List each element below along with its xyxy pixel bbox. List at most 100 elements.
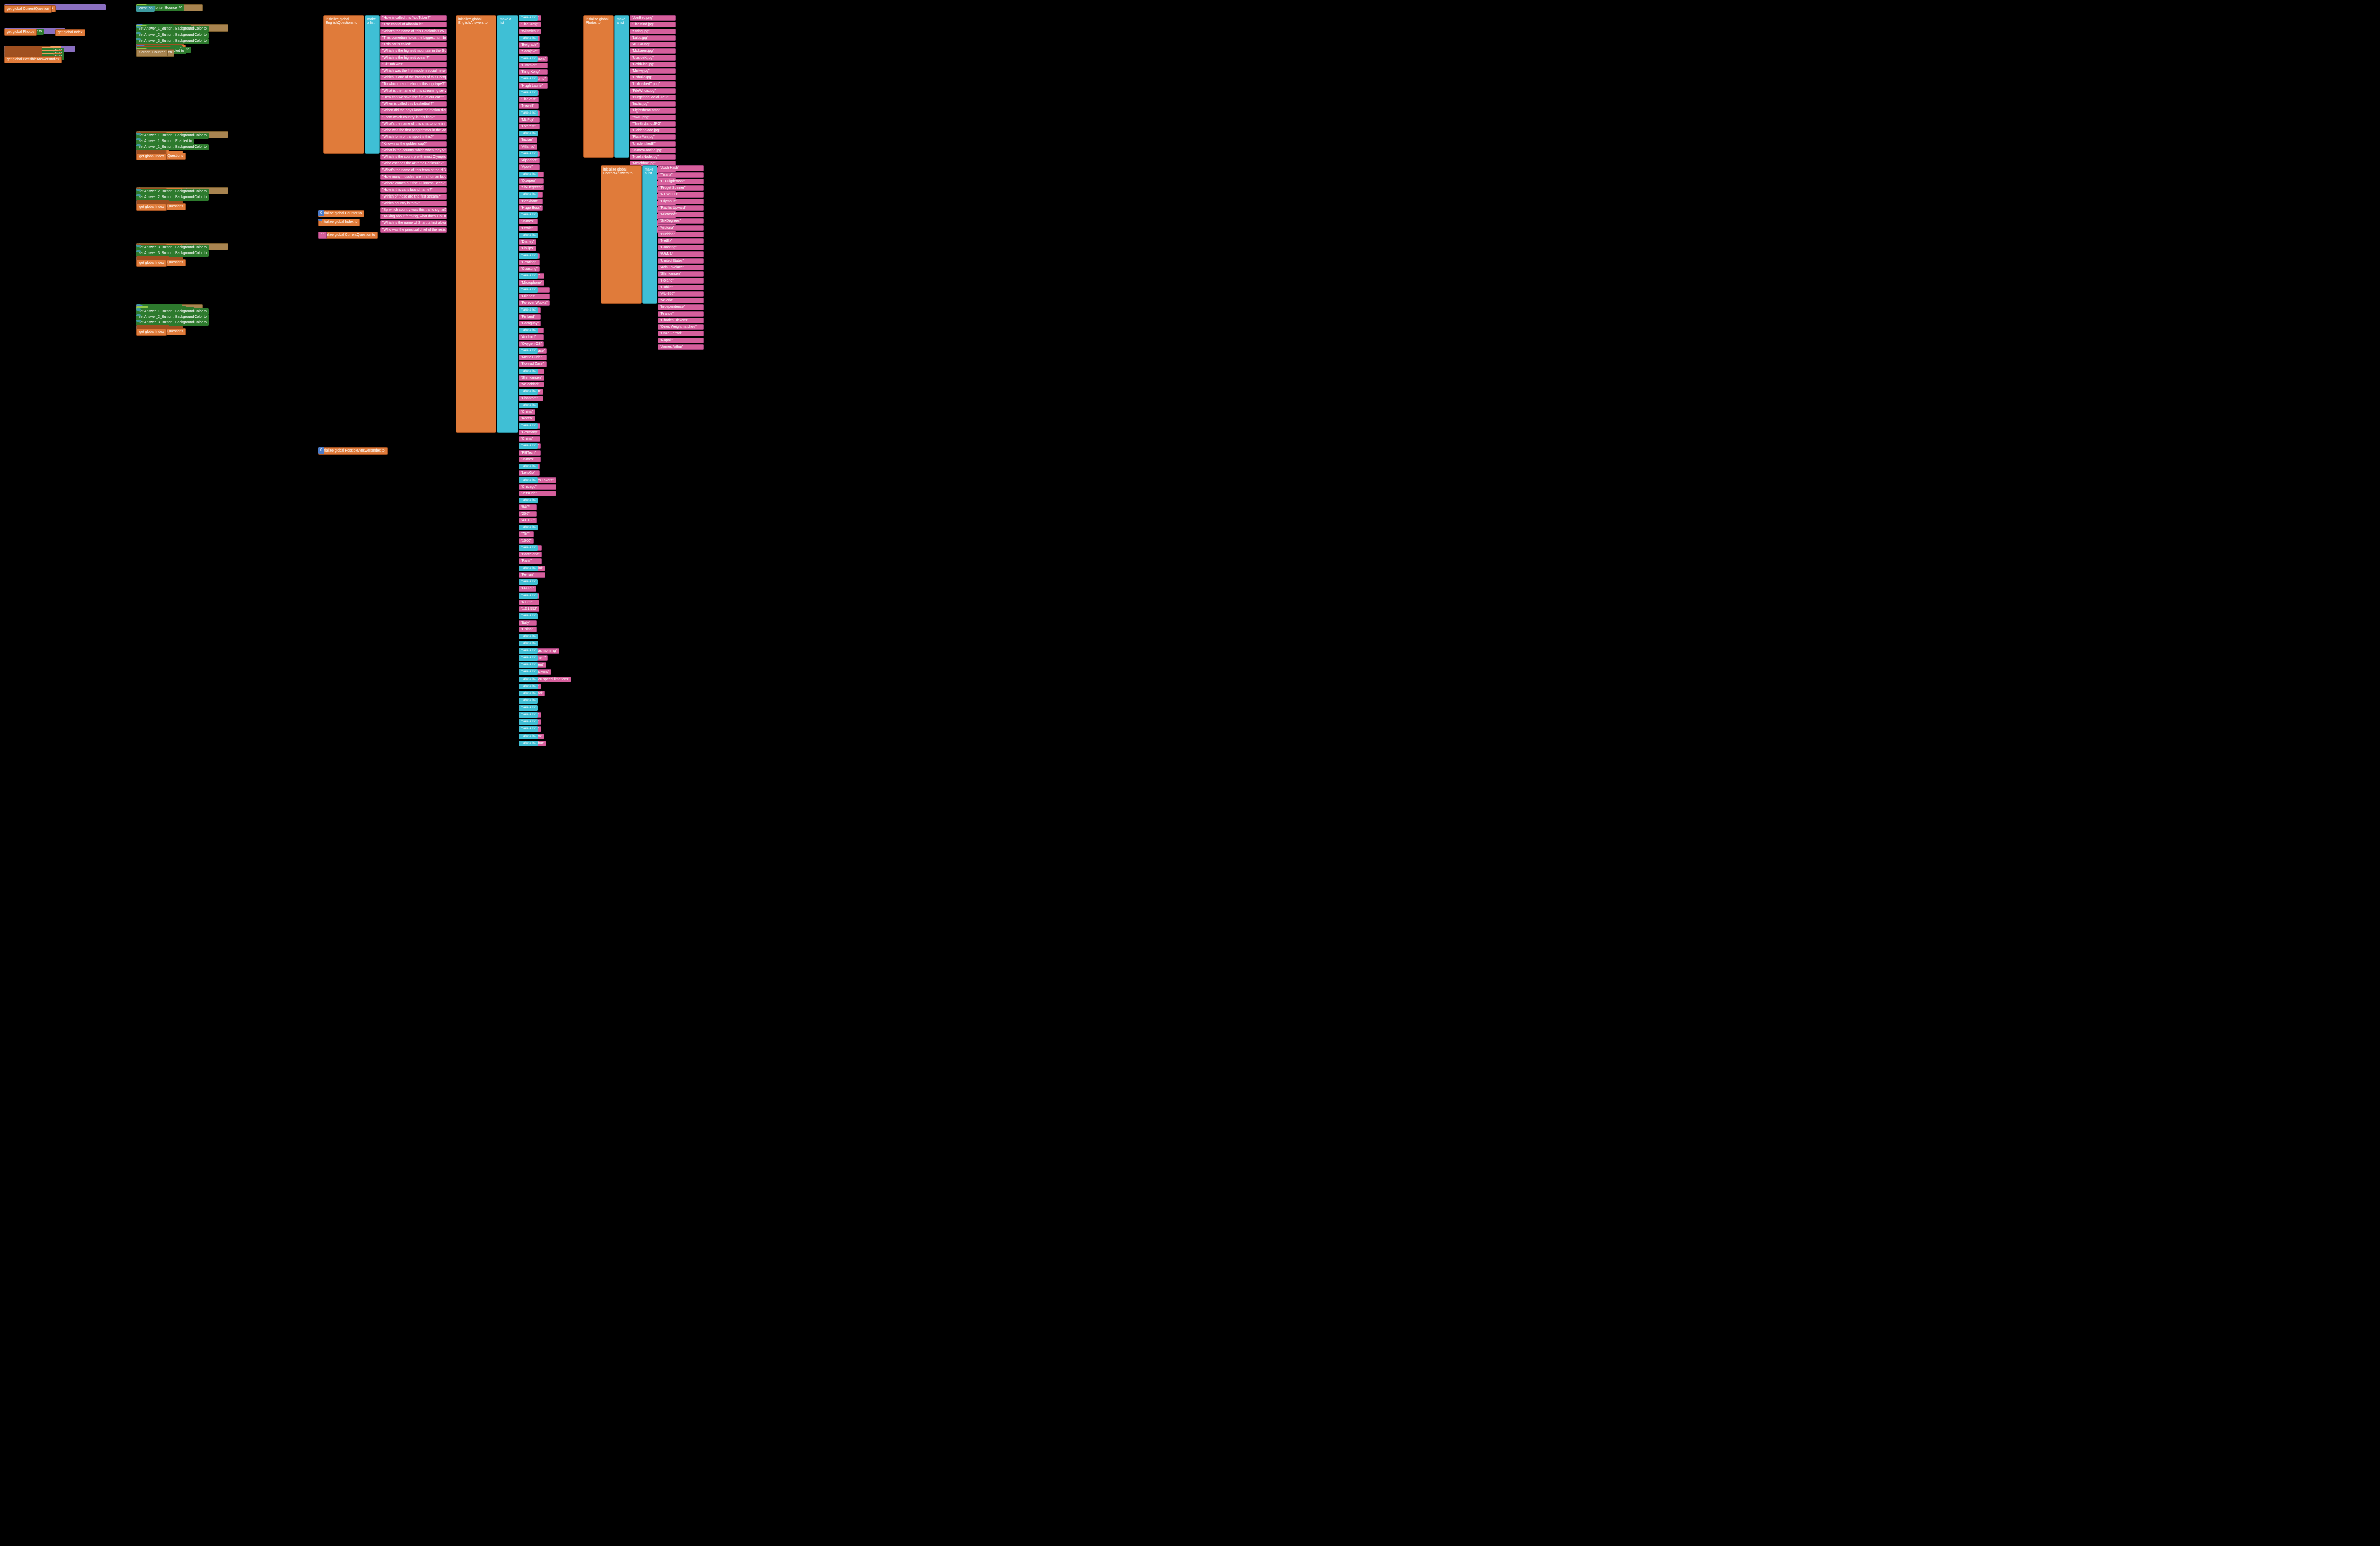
list-item[interactable]: "Belgrade" bbox=[519, 42, 540, 48]
block-segment[interactable]: get global Index bbox=[136, 204, 167, 211]
make-a-list[interactable]: make a list bbox=[519, 662, 538, 668]
make-a-list[interactable]: make a list bbox=[519, 76, 538, 82]
list-item[interactable]: "What is the name of this streaming serv… bbox=[380, 88, 447, 94]
init-global-englishanswers[interactable]: initialize global EnglishAnswers to make… bbox=[456, 15, 575, 747]
list-item[interactable]: "Pacific Upward" bbox=[658, 205, 704, 211]
list-item[interactable]: "Which is one of the brands of this Comp… bbox=[380, 75, 447, 80]
list-item[interactable]: "What is the country which when they vis… bbox=[380, 148, 447, 153]
list-item[interactable]: "Konrad Zuse" bbox=[519, 361, 547, 367]
list-item[interactable]: "SixDegrees" bbox=[519, 185, 544, 190]
block-segment[interactable] bbox=[136, 245, 141, 247]
make-a-list[interactable]: make a list bbox=[519, 684, 538, 689]
list-item[interactable]: "Microphone" bbox=[519, 280, 544, 286]
make-a-list[interactable]: make a list bbox=[519, 726, 538, 732]
list-item[interactable]: "How is called this YouTuber?" bbox=[380, 15, 447, 21]
list-item[interactable]: "China" bbox=[519, 627, 537, 632]
list-item[interactable]: "Napoli" bbox=[658, 338, 704, 343]
list-item[interactable]: "Which form of transport is this?" bbox=[380, 134, 447, 140]
list-item[interactable]: "FR-PL" bbox=[519, 586, 536, 592]
list-item[interactable]: "NEWOLD" bbox=[658, 192, 704, 198]
list-item[interactable]: "Paraguay" bbox=[519, 321, 541, 326]
make-a-list[interactable]: make a list bbox=[519, 691, 538, 696]
list-item[interactable]: "SixDegrees" bbox=[658, 218, 704, 224]
list-item[interactable]: "China" bbox=[519, 436, 540, 442]
when-answer1-touchdown[interactable]: when Answer_1_Button .TouchDown doifAnsw… bbox=[136, 131, 269, 153]
list-item[interactable]: "Italy" bbox=[519, 620, 537, 626]
list-item[interactable]: "Hiddenblade.jpg" bbox=[630, 128, 676, 133]
make-a-list[interactable]: make a list bbox=[519, 233, 538, 238]
list-item[interactable]: "Velocidad" bbox=[519, 382, 544, 387]
list-item[interactable]: "Olympus" bbox=[658, 199, 704, 204]
list-item[interactable]: "AUGoJpg" bbox=[630, 42, 676, 47]
make-a-list[interactable]: make a list bbox=[519, 545, 538, 551]
list-item[interactable]: "6.032" bbox=[519, 600, 539, 605]
list-item[interactable]: "Indian" bbox=[519, 137, 537, 143]
get-index[interactable]: get global Index bbox=[55, 29, 85, 36]
list-item[interactable]: "James Arthur" bbox=[658, 344, 704, 350]
make-a-list[interactable]: make a list bbox=[519, 110, 538, 116]
block-segment[interactable] bbox=[136, 144, 141, 146]
block-segment[interactable] bbox=[136, 320, 141, 322]
list-item[interactable]: "BurgeindoSocial.JPG" bbox=[630, 95, 676, 100]
make-a-list[interactable]: make a list bbox=[519, 712, 538, 718]
list-item[interactable]: "What's the name of this smartphone in t… bbox=[380, 121, 447, 127]
make-a-list[interactable]: make a list bbox=[519, 634, 538, 639]
list-item[interactable]: "1000" bbox=[519, 538, 534, 544]
list-item[interactable]: "Netflix" bbox=[658, 238, 704, 244]
list-item[interactable]: "Android" bbox=[519, 334, 544, 340]
list-item[interactable]: "Everest" bbox=[519, 124, 540, 129]
list-item[interactable]: "UnidentifiedK" bbox=[630, 141, 676, 147]
list-item[interactable]: "Ones Weightmatches" bbox=[658, 324, 704, 330]
init-global-englishquestions[interactable]: initialize global EnglishQuestions to ma… bbox=[323, 15, 447, 233]
list-item[interactable]: "How many muscles are in a human body?" bbox=[380, 174, 447, 180]
make-a-list[interactable]: make a list bbox=[519, 677, 538, 682]
list-item[interactable]: "FightsheatLamp" bbox=[630, 108, 676, 114]
make-a-list[interactable]: make a list bbox=[519, 423, 538, 429]
block-segment[interactable]: Screen_Counter bbox=[136, 49, 168, 57]
list-item[interactable]: "Apple" bbox=[519, 164, 540, 170]
make-a-list[interactable]: make a list bbox=[519, 477, 538, 483]
make-a-list[interactable]: make a list bbox=[519, 212, 538, 218]
list-item[interactable]: "Wismichu" bbox=[519, 29, 541, 34]
make-a-list[interactable]: make a list bbox=[519, 593, 538, 599]
block-segment[interactable]: get global Index bbox=[136, 153, 167, 160]
make-a-list[interactable]: make a list bbox=[519, 389, 538, 395]
make-a-list[interactable]: make a list bbox=[519, 648, 538, 654]
list-item[interactable]: "Phantom" bbox=[519, 396, 543, 401]
list-item[interactable]: "Alphabet" bbox=[519, 158, 540, 163]
when-answer3-touchdown[interactable]: when Answer_3_Button .TouchDown doifAnsw… bbox=[136, 243, 269, 260]
make-a-list[interactable]: make a list bbox=[519, 56, 538, 62]
list-item[interactable]: "King Kong" bbox=[519, 69, 548, 75]
list-item[interactable]: "Microsoft" bbox=[658, 212, 704, 217]
list-item[interactable]: "Coasting" bbox=[658, 245, 704, 250]
list-item[interactable]: "700" bbox=[519, 531, 534, 537]
list-item[interactable]: "Charles Dickens" bbox=[658, 318, 704, 323]
list-item[interactable]: "Lewis" bbox=[519, 226, 538, 231]
make-a-list[interactable]: make a list bbox=[519, 655, 538, 661]
list-item[interactable]: "Enzo Ferrari" bbox=[658, 331, 704, 336]
list-item[interactable]: "UnfinishedT.png" bbox=[630, 81, 676, 87]
list-item[interactable]: "Buddha" bbox=[658, 232, 704, 237]
list-item[interactable]: "Talking about farming, what does TIM me… bbox=[380, 214, 447, 219]
list-item[interactable]: "YMO.png" bbox=[630, 115, 676, 120]
list-item[interactable]: "Barcelona" bbox=[519, 552, 542, 557]
list-item[interactable]: "By which country was this traffic signa… bbox=[380, 207, 447, 213]
get-currentq[interactable]: get global CurrentQuestion bbox=[4, 6, 52, 13]
make-a-list[interactable]: make a list bbox=[519, 131, 538, 136]
list-item[interactable]: "Which country is this?" bbox=[380, 201, 447, 206]
list-item[interactable]: "Germany" bbox=[519, 430, 540, 435]
list-item[interactable]: "From which country is this flag?" bbox=[380, 115, 447, 120]
list-item[interactable]: "Which is the highest ocean?" bbox=[380, 55, 447, 61]
list-item[interactable]: "PBTech" bbox=[519, 450, 541, 456]
make-a-list[interactable]: make a list bbox=[519, 641, 538, 646]
block-segment[interactable] bbox=[136, 133, 141, 135]
list-item[interactable]: "Disney" bbox=[519, 239, 536, 245]
list-item[interactable]: "Which is the country with most Olympic … bbox=[380, 154, 447, 160]
list-item[interactable]: "Chicago" bbox=[519, 484, 556, 490]
list-item[interactable]: "Korea" bbox=[519, 416, 535, 421]
make-a-list[interactable]: make a list bbox=[519, 287, 538, 293]
list-item[interactable]: "Victoria" bbox=[658, 225, 704, 231]
list-item[interactable]: "Quepeo" bbox=[519, 178, 544, 184]
list-item[interactable]: "Mt.Fuji" bbox=[519, 117, 540, 123]
list-item[interactable]: "Which is the name of Sharuta first albu… bbox=[380, 220, 447, 226]
